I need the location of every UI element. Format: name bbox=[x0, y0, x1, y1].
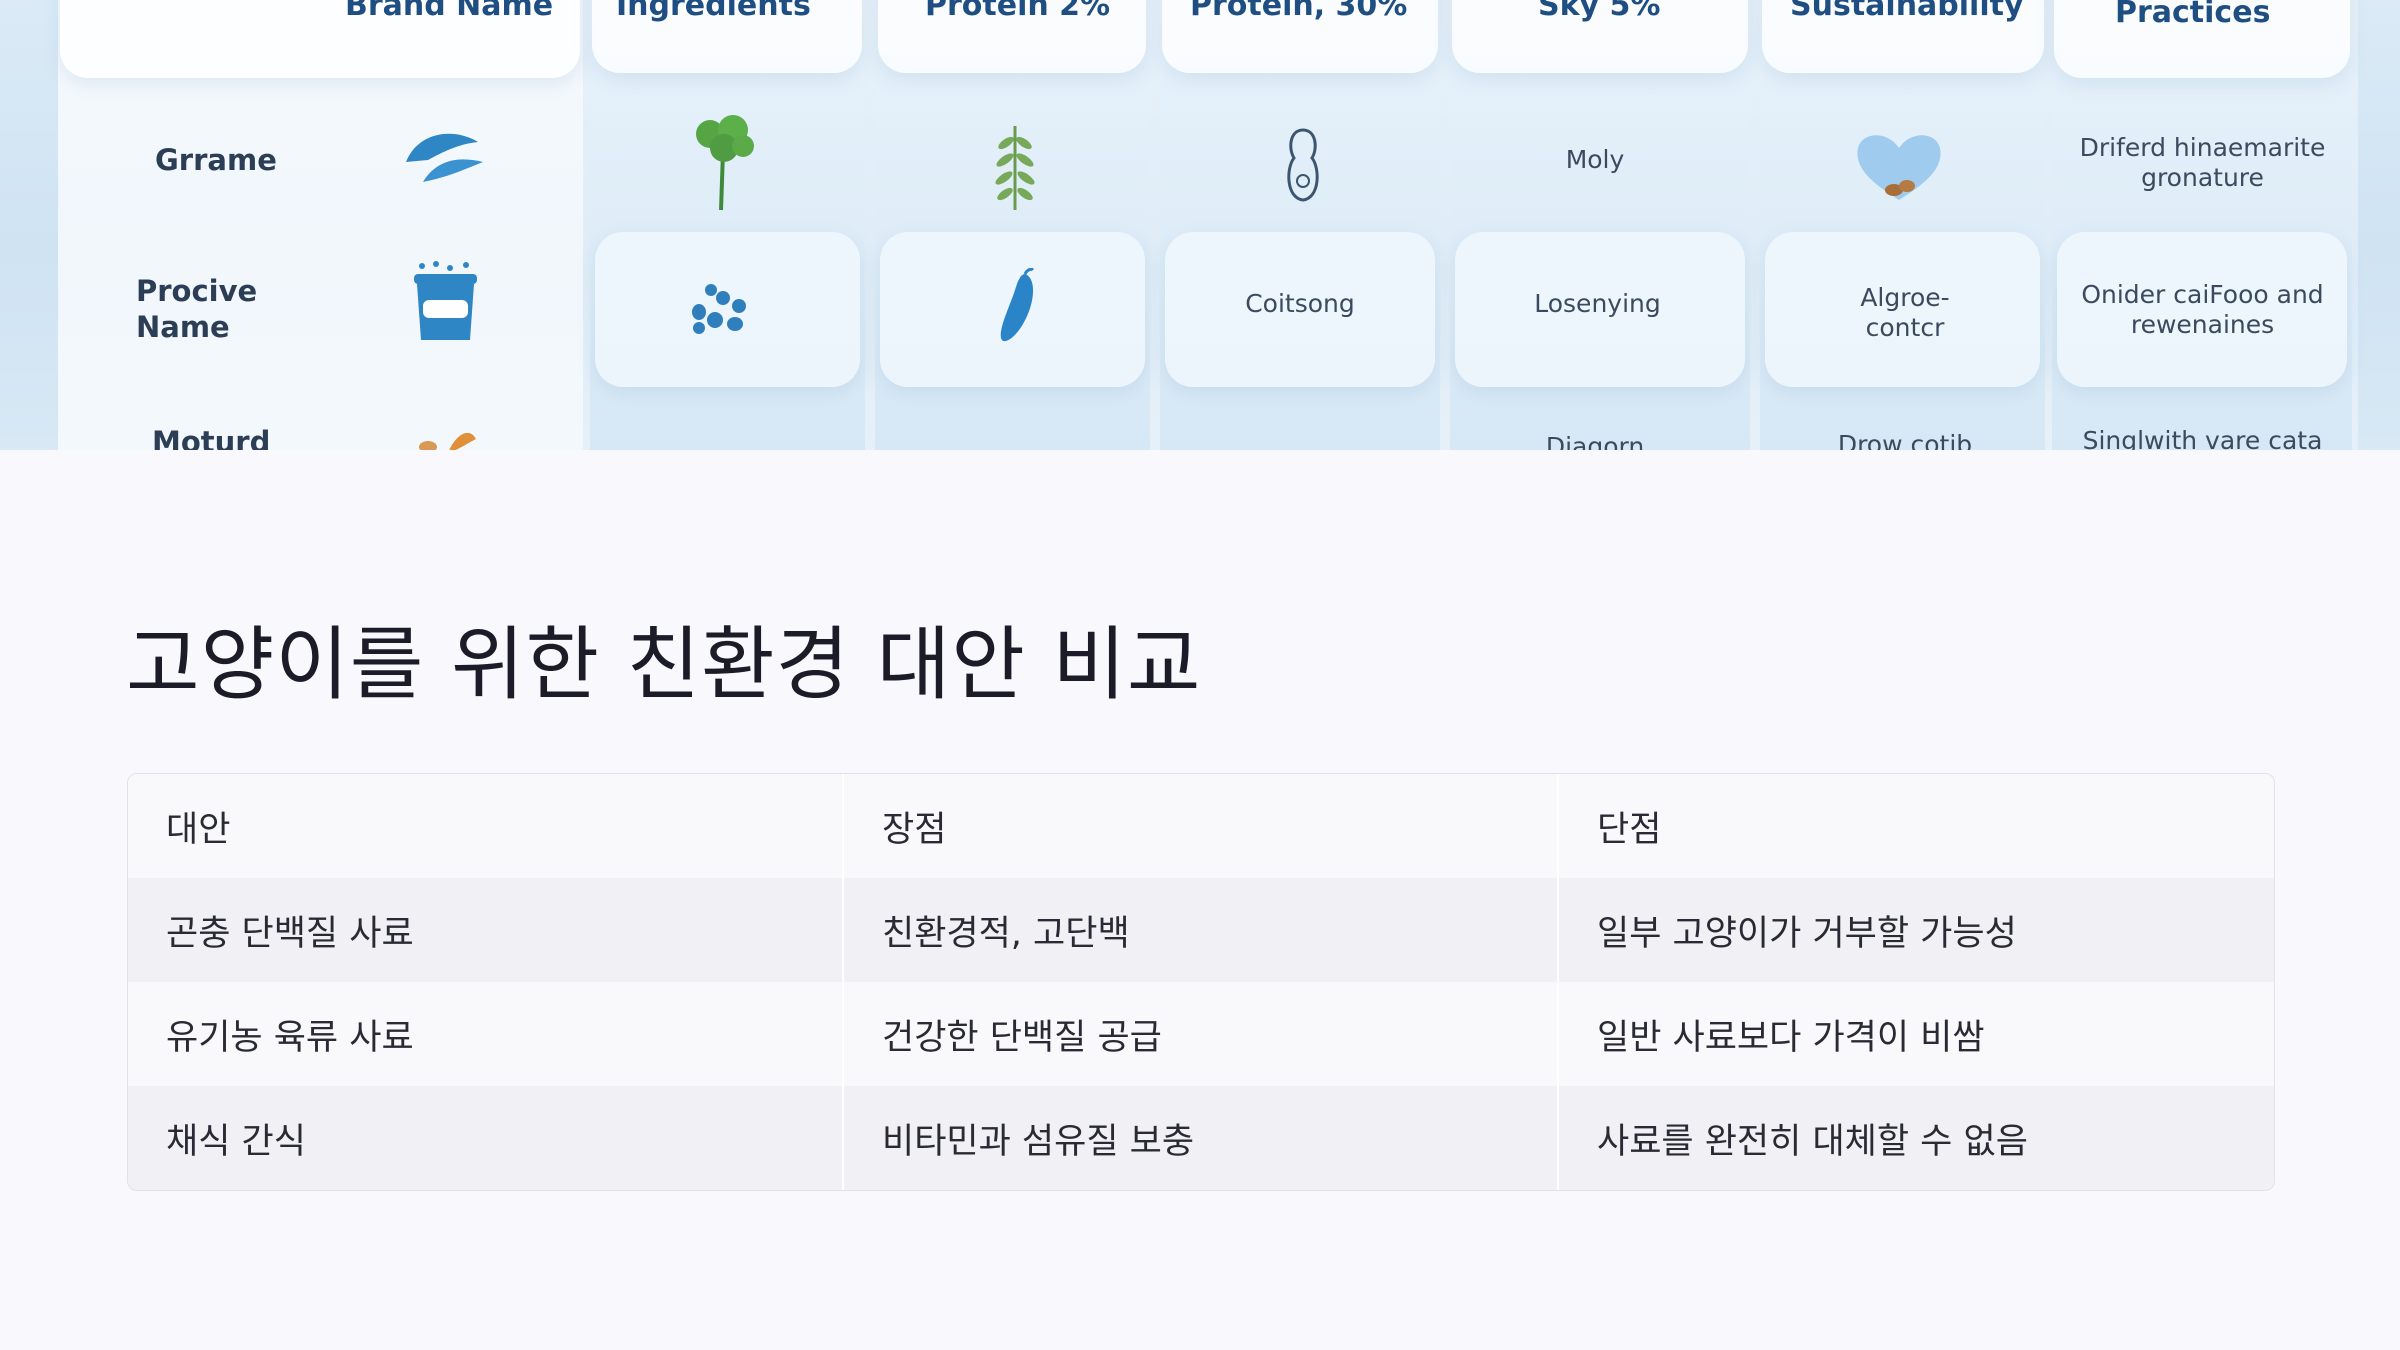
comparison-table: 대안 장점 단점 곤충 단백질 사료 친환경적, 고단백 일부 고양이가 거부할… bbox=[127, 773, 2275, 1191]
plant-icon bbox=[696, 115, 754, 211]
cell-alternative: 유기농 육류 사료 bbox=[128, 982, 843, 1086]
hero-cell-text: Singlwith vare cata bbox=[2082, 426, 2323, 450]
water-bucket-icon bbox=[414, 261, 477, 340]
cell-cons: 일반 사료보다 가격이 비쌈 bbox=[1557, 982, 2274, 1086]
hero-header-protein-2: Protein 2% bbox=[925, 0, 1111, 23]
column-header-alternative: 대안 bbox=[128, 774, 843, 878]
hero-row-label: Grrame bbox=[155, 143, 277, 177]
hero-cell-text: Losenying bbox=[1534, 289, 1661, 318]
hero-cell-text: Onider caiFooo and rewenaines bbox=[2081, 280, 2324, 339]
cell-alternative: 곤충 단백질 사료 bbox=[128, 878, 843, 982]
hero-cell-text: Moly bbox=[1565, 145, 1625, 174]
hero-cell-text: Coitsong bbox=[1245, 289, 1355, 318]
hero-header-brand: Brand Name bbox=[345, 0, 554, 23]
hero-row-label: Moturd bbox=[152, 425, 271, 450]
heart-seeds-icon bbox=[1857, 135, 1941, 200]
hero-header-sky: Sky 5% bbox=[1538, 0, 1661, 23]
cell-pros: 비타민과 섬유질 보충 bbox=[842, 1086, 1558, 1190]
hero-image: Brand Name Ingredients Protein 2% Protei… bbox=[0, 0, 2400, 450]
table-row: 곤충 단백질 사료 친환경적, 고단백 일부 고양이가 거부할 가능성 bbox=[128, 878, 2274, 982]
hero-cell-text: Diagorn bbox=[1545, 432, 1645, 450]
paw-print-icon bbox=[692, 284, 746, 334]
table-row: 유기농 육류 사료 건강한 단백질 공급 일반 사료보다 가격이 비쌈 bbox=[128, 982, 2274, 1086]
cell-pros: 친환경적, 고단백 bbox=[842, 878, 1558, 982]
column-header-pros: 장점 bbox=[842, 774, 1558, 878]
column-header-cons: 단점 bbox=[1557, 774, 2274, 878]
fish-icon bbox=[406, 133, 483, 182]
hero-header-ingredients: Ingredients bbox=[616, 0, 811, 23]
leaf-sprig-icon bbox=[995, 126, 1035, 210]
table-row: 채식 간식 비타민과 섬유질 보충 사료를 완전히 대체할 수 없음 bbox=[128, 1086, 2274, 1190]
page-title: 고양이를 위한 친환경 대안 비교 bbox=[126, 618, 1202, 711]
hero-header-sustainability: Sustainability bbox=[1790, 0, 2024, 23]
cell-pros: 건강한 단백질 공급 bbox=[842, 982, 1558, 1086]
cell-cons: 일부 고양이가 거부할 가능성 bbox=[1557, 878, 2274, 982]
cell-alternative: 채식 간식 bbox=[128, 1086, 843, 1190]
hero-header-practices: Practices bbox=[2115, 0, 2271, 30]
peanut-icon bbox=[1287, 128, 1319, 202]
cell-cons: 사료를 완전히 대체할 수 없음 bbox=[1557, 1086, 2274, 1190]
hero-cell-text: Driferd hinaemarite gronature bbox=[2079, 133, 2326, 192]
hero-cell-text: Algroe- contcr bbox=[1860, 283, 1950, 342]
food-icon bbox=[419, 432, 476, 450]
hero-header-protein-30: Protein, 30% bbox=[1190, 0, 1408, 23]
chili-icon bbox=[1000, 268, 1035, 342]
hero-row-label: Procive Name bbox=[136, 274, 258, 344]
table-header-row: 대안 장점 단점 bbox=[128, 774, 2274, 878]
hero-cell-text: Drow cotib bbox=[1837, 430, 1973, 450]
